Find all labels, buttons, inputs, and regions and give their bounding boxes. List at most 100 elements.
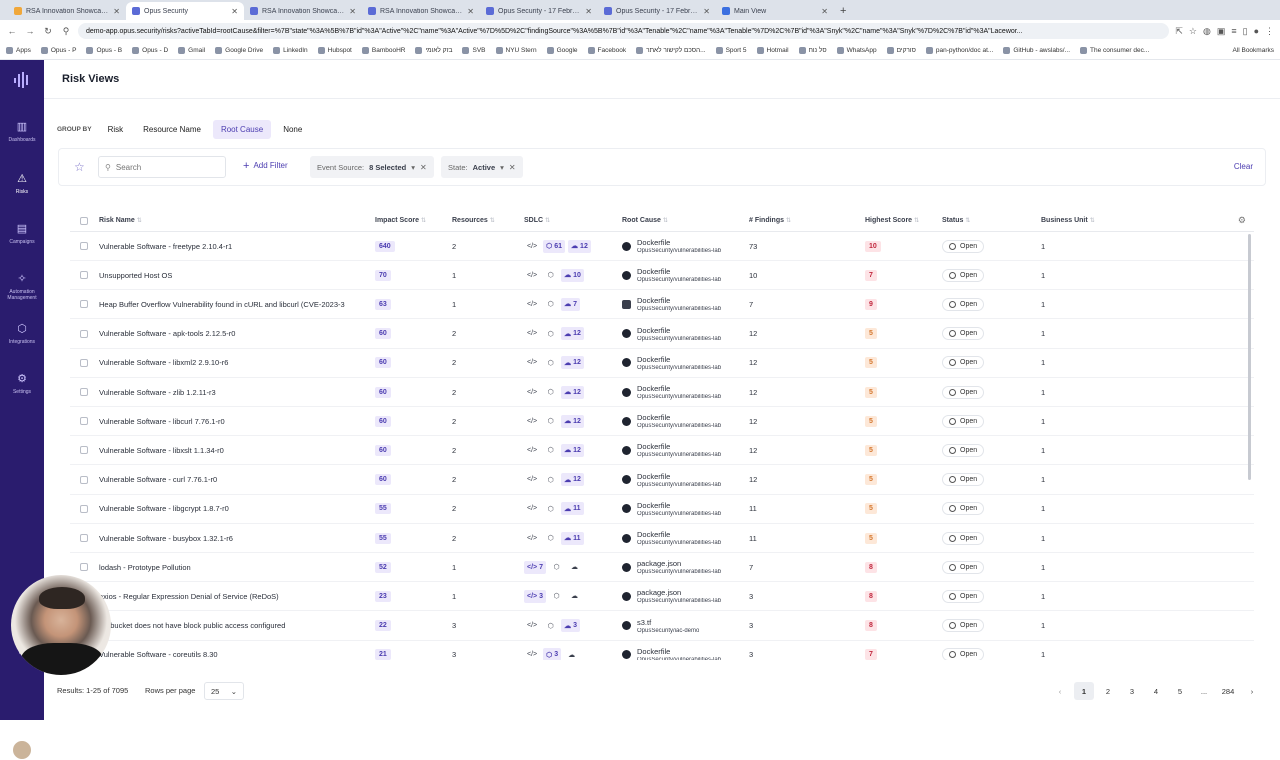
bookmark-item[interactable]: Google Drive bbox=[215, 47, 263, 54]
row-select[interactable] bbox=[80, 290, 88, 318]
root-cause[interactable]: Dockerfile OpusSecurity/vulnerabilities-l… bbox=[622, 232, 721, 260]
sdlc-code-badge[interactable]: </> bbox=[524, 269, 540, 282]
column-header-resources[interactable]: Resources ⇅ bbox=[452, 210, 495, 231]
root-cause[interactable]: Dockerfile OpusSecurity/vulnerabilities-l… bbox=[622, 320, 721, 348]
root-cause[interactable]: s3.tf OpusSecurity/iac-demo bbox=[622, 612, 699, 640]
risk-name[interactable]: Vulnerable Software - busybox 1.32.1-r6 bbox=[99, 524, 367, 552]
status-badge[interactable]: Open bbox=[942, 414, 985, 428]
row-checkbox[interactable] bbox=[80, 446, 88, 455]
sdlc-cloud-badge[interactable]: ☁ bbox=[567, 561, 582, 574]
table-row[interactable]: Heap Buffer Overflow Vulnerability found… bbox=[70, 290, 1254, 320]
bookmark-item[interactable]: NYU Stern bbox=[495, 47, 537, 54]
reading-list-icon[interactable]: ≡ bbox=[1231, 26, 1236, 36]
sidebar-item-automation[interactable]: ✧ Automation Management bbox=[0, 272, 44, 301]
forward-icon[interactable]: → bbox=[24, 26, 36, 36]
close-tab-icon[interactable]: ✕ bbox=[349, 7, 356, 16]
column-header-root-cause[interactable]: Root Cause ⇅ bbox=[622, 210, 668, 231]
new-tab-button[interactable]: + bbox=[834, 2, 852, 20]
sort-icon[interactable]: ⇅ bbox=[914, 217, 919, 224]
row-select[interactable] bbox=[80, 407, 88, 435]
sdlc-code-badge[interactable]: </> 3 bbox=[524, 589, 547, 603]
bookmark-item[interactable]: WhatsApp bbox=[836, 47, 877, 54]
sdlc-package-badge[interactable]: ⬡ bbox=[543, 532, 558, 545]
bookmark-item[interactable]: Opus - P bbox=[40, 47, 76, 54]
risk-name[interactable]: Vulnerable Software - libgcrypt 1.8.7-r0 bbox=[99, 495, 367, 523]
sdlc-code-badge[interactable]: </> bbox=[524, 356, 540, 369]
bookmark-item[interactable]: Opus - B bbox=[86, 47, 122, 54]
table-row[interactable]: Vulnerable Software - coreutils 8.30 21 3 <… bbox=[70, 641, 1254, 660]
table-row[interactable]: Vulnerable Software - libxslt 1.1.34-r0 6… bbox=[70, 436, 1254, 466]
root-cause[interactable]: Dockerfile OpusSecurity/vulnerabilities-l… bbox=[622, 524, 721, 552]
group-by-none[interactable]: None bbox=[275, 120, 310, 139]
sdlc-cloud-badge[interactable]: ☁ 12 bbox=[561, 473, 584, 487]
row-select[interactable] bbox=[80, 524, 88, 552]
sort-icon[interactable]: ⇅ bbox=[137, 217, 142, 224]
extension-icon[interactable]: ◍ bbox=[1203, 26, 1211, 37]
root-cause[interactable]: package.json OpusSecurity/vulnerabilities… bbox=[622, 582, 721, 610]
sidepanel-icon[interactable]: ▯ bbox=[1243, 26, 1248, 37]
sdlc-cloud-badge[interactable]: ☁ 12 bbox=[561, 327, 584, 341]
bookmark-item[interactable]: Sport 5 bbox=[715, 47, 747, 54]
page-button[interactable]: 1 bbox=[1074, 682, 1094, 700]
risk-name[interactable]: Vulnerable Software - freetype 2.10.4-r1 bbox=[99, 232, 367, 260]
row-checkbox[interactable] bbox=[80, 329, 88, 338]
sdlc-package-badge[interactable]: ⬡ bbox=[543, 502, 558, 515]
bookmark-item[interactable]: BambooHR bbox=[361, 47, 405, 54]
root-cause[interactable]: Dockerfile OpusSecurity/vulnerabilities-l… bbox=[622, 466, 721, 494]
root-cause[interactable]: Dockerfile OpusSecurity/vulnerabilities-l… bbox=[622, 407, 721, 435]
sdlc-code-badge[interactable]: </> bbox=[524, 386, 540, 399]
sdlc-package-badge[interactable]: ⬡ bbox=[549, 590, 564, 603]
browser-tab[interactable]: RSA Innovation Showcase - 4 ✕ bbox=[244, 2, 362, 20]
sdlc-code-badge[interactable]: </> bbox=[524, 327, 540, 340]
sort-icon[interactable]: ⇅ bbox=[965, 217, 970, 224]
sdlc-package-badge[interactable]: ⬡ bbox=[543, 356, 558, 369]
risk-name[interactable]: Unsupported Host OS bbox=[99, 261, 367, 289]
row-select[interactable] bbox=[80, 232, 88, 260]
puzzle-icon[interactable]: ▣ bbox=[1217, 26, 1226, 37]
column-header-risk-name[interactable]: Risk Name ⇅ bbox=[99, 210, 142, 231]
table-row[interactable]: Vulnerable Software - freetype 2.10.4-r1… bbox=[70, 232, 1254, 261]
status-badge[interactable]: Open bbox=[942, 297, 985, 311]
sdlc-cloud-badge[interactable]: ☁ 10 bbox=[561, 268, 584, 282]
bookmark-item[interactable]: Opus - D bbox=[132, 47, 168, 54]
browser-tab[interactable]: RSA Innovation Showcase De ✕ bbox=[362, 2, 480, 20]
all-bookmarks[interactable]: All Bookmarks bbox=[1232, 47, 1274, 54]
opus-logo-icon[interactable] bbox=[13, 71, 31, 89]
table-row[interactable]: Vulnerable Software - zlib 1.2.11-r3 60 2 <… bbox=[70, 378, 1254, 407]
risk-name[interactable]: S3 bucket does not have block public acc… bbox=[99, 612, 367, 640]
table-row[interactable]: lodash - Prototype Pollution 52 1 </> 7 ⬡ ☁ pac… bbox=[70, 553, 1254, 583]
row-select[interactable] bbox=[80, 495, 88, 523]
status-badge[interactable]: Open bbox=[942, 385, 985, 399]
sdlc-package-badge[interactable]: ⬡ 61 bbox=[543, 239, 566, 253]
table-row[interactable]: S3 bucket does not have block public acc… bbox=[70, 612, 1254, 641]
bookmark-item[interactable]: pan-python/doc at... bbox=[925, 47, 993, 54]
risk-name[interactable]: Vulnerable Software - coreutils 8.30 bbox=[99, 641, 367, 660]
browser-tab[interactable]: Opus Security - 17 February ✕ bbox=[598, 2, 716, 20]
select-all-checkbox[interactable] bbox=[80, 210, 88, 231]
table-row[interactable]: Vulnerable Software - curl 7.76.1-r0 60 2 <… bbox=[70, 466, 1254, 495]
sort-icon[interactable]: ⇅ bbox=[545, 217, 550, 224]
search-box[interactable]: ⚲ bbox=[98, 156, 226, 178]
row-select[interactable] bbox=[80, 320, 88, 348]
table-row[interactable]: Vulnerable Software - busybox 1.32.1-r6 5… bbox=[70, 524, 1254, 553]
row-checkbox[interactable] bbox=[80, 504, 88, 513]
browser-tab[interactable]: Opus Security - 17 February ✕ bbox=[480, 2, 598, 20]
row-select[interactable] bbox=[80, 378, 88, 406]
group-by-root-cause[interactable]: Root Cause bbox=[212, 120, 272, 139]
close-tab-icon[interactable]: ✕ bbox=[231, 7, 238, 16]
sdlc-package-badge[interactable]: ⬡ bbox=[549, 561, 564, 574]
row-checkbox[interactable] bbox=[80, 534, 88, 542]
sidebar-item-integrations[interactable]: ⬡ Integrations bbox=[0, 322, 44, 345]
risk-name[interactable]: Vulnerable Software - libxml2 2.9.10-r6 bbox=[99, 349, 367, 377]
search-input[interactable] bbox=[115, 162, 216, 172]
root-cause[interactable]: Dockerfile OpusSecurity/vulnerabilities-l… bbox=[622, 436, 721, 464]
column-header-highest-score[interactable]: Highest Score ⇅ bbox=[865, 210, 919, 231]
sdlc-package-badge[interactable]: ⬡ bbox=[543, 415, 558, 428]
row-checkbox[interactable] bbox=[80, 300, 88, 309]
reload-icon[interactable]: ↻ bbox=[42, 26, 54, 37]
sdlc-package-badge[interactable]: ⬡ bbox=[543, 619, 558, 632]
share-icon[interactable]: ⇱ bbox=[1175, 26, 1183, 37]
close-tab-icon[interactable]: ✕ bbox=[467, 7, 474, 16]
row-select[interactable] bbox=[80, 553, 88, 581]
sort-icon[interactable]: ⇅ bbox=[663, 217, 668, 224]
